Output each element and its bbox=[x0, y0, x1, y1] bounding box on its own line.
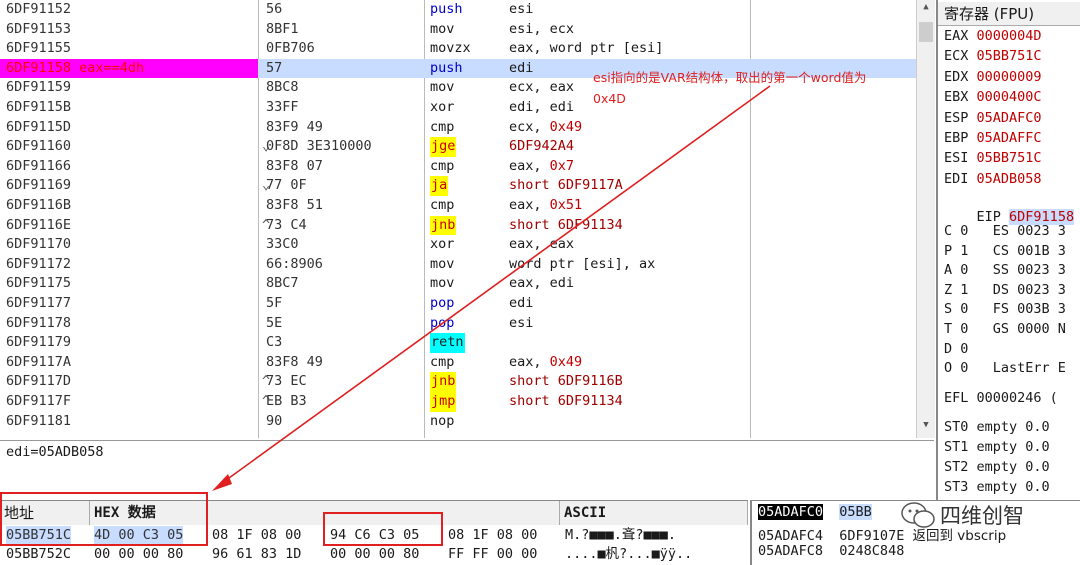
watermark: 四维创智 bbox=[900, 496, 1080, 536]
watermark-text: 四维创智 bbox=[940, 504, 1024, 528]
wechat-icon bbox=[901, 502, 935, 528]
annotation-box-header bbox=[0, 492, 208, 546]
annotation-arrow bbox=[212, 85, 771, 491]
annotation-box-bytes bbox=[323, 512, 443, 546]
